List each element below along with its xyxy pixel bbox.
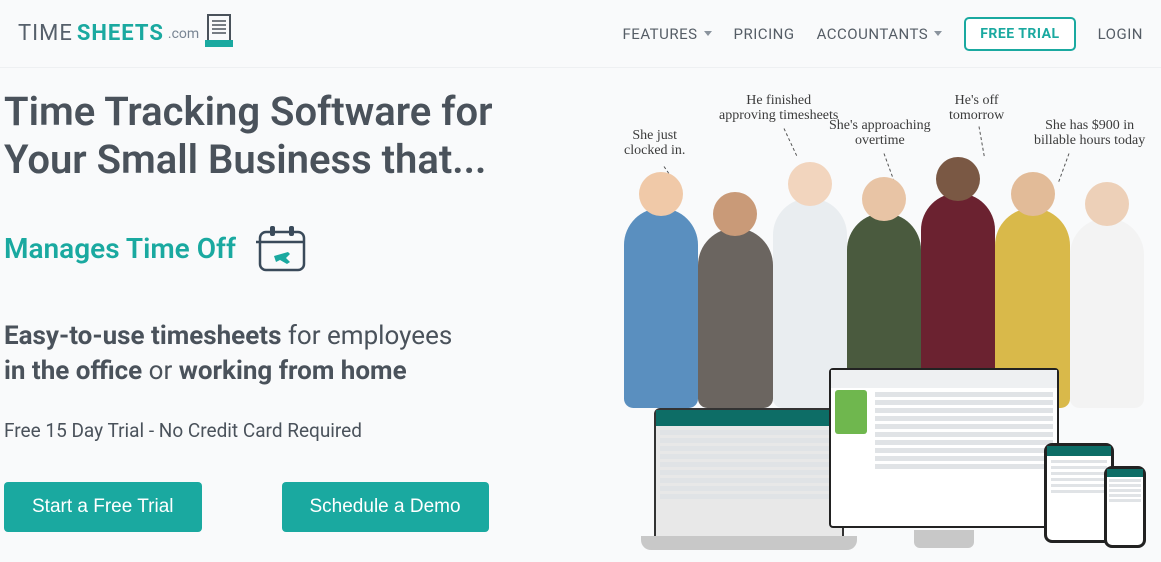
monitor-rows <box>871 388 1057 476</box>
table-row <box>1109 499 1141 502</box>
table-row <box>1109 484 1141 487</box>
phone-rows <box>1107 477 1143 506</box>
free-trial-label: FREE TRIAL <box>980 26 1059 42</box>
table-row <box>875 432 1053 437</box>
table-row <box>660 446 838 451</box>
chevron-down-icon <box>704 31 712 36</box>
monitor-mockup <box>829 368 1059 528</box>
table-row <box>660 486 838 491</box>
rotating-feature: Manages Time Off <box>4 222 604 274</box>
header: TIMESHEETS.com FEATURES PRICING ACCOUNTA… <box>0 0 1161 68</box>
table-row <box>660 438 838 443</box>
app-titlebar <box>1107 469 1143 477</box>
trial-note: Free 15 Day Trial - No Credit Card Requi… <box>4 419 604 442</box>
document-stack-icon <box>205 14 233 54</box>
table-row <box>1109 489 1141 492</box>
table-row <box>1109 479 1141 482</box>
logo-mid: SHEETS <box>77 21 164 46</box>
hero-illustration: She just clocked in. He finished approvi… <box>614 88 1154 558</box>
sub-bold2: in the office <box>4 356 142 386</box>
phone-mockup <box>1104 466 1146 548</box>
table-row <box>875 464 1053 469</box>
nav-features-label: FEATURES <box>623 25 698 43</box>
calendar-airplane-icon <box>256 222 308 274</box>
table-row <box>875 408 1053 413</box>
table-row <box>1051 478 1107 481</box>
nav-accountants-label: ACCOUNTANTS <box>817 25 929 43</box>
top-nav: FEATURES PRICING ACCOUNTANTS FREE TRIAL … <box>623 17 1144 51</box>
table-row <box>875 424 1053 429</box>
start-free-trial-button[interactable]: Start a Free Trial <box>4 482 202 532</box>
schedule-demo-label: Schedule a Demo <box>310 496 461 517</box>
nav-free-trial-button[interactable]: FREE TRIAL <box>964 17 1075 51</box>
table-row <box>660 430 838 435</box>
schedule-demo-button[interactable]: Schedule a Demo <box>282 482 489 532</box>
nav-accountants[interactable]: ACCOUNTANTS <box>817 25 943 43</box>
table-row <box>1109 494 1141 497</box>
subheadline: Easy-to-use timesheets for employees in … <box>4 319 604 389</box>
table-row <box>875 456 1053 461</box>
sub-bold3: working from home <box>179 356 407 386</box>
sub-bold1: Easy-to-use timesheets <box>4 321 281 351</box>
nav-features[interactable]: FEATURES <box>623 25 712 43</box>
start-trial-label: Start a Free Trial <box>32 496 174 517</box>
headline-line1: Time Tracking Software for <box>4 88 493 135</box>
headline-line2: Your Small Business that... <box>4 136 486 183</box>
sidebar-panel <box>835 390 867 434</box>
annotation-overtime: She's approaching overtime <box>829 118 931 149</box>
annotation-off-tomorrow: He's off tomorrow <box>949 93 1004 124</box>
table-row <box>875 400 1053 405</box>
laptop-mockup <box>654 408 844 538</box>
cta-row: Start a Free Trial Schedule a Demo <box>4 482 604 532</box>
laptop-rows <box>656 426 842 506</box>
table-row <box>660 478 838 483</box>
table-row <box>660 470 838 475</box>
nav-login[interactable]: LOGIN <box>1098 25 1143 43</box>
table-row <box>1051 484 1107 487</box>
table-row <box>1051 490 1107 493</box>
annotation-billable: She has $900 in billable hours today <box>1034 118 1145 149</box>
annotation-approving: He finished approving timesheets <box>719 93 838 124</box>
app-titlebar <box>1047 446 1111 456</box>
table-row <box>875 416 1053 421</box>
table-row <box>660 462 838 467</box>
table-row <box>660 494 838 499</box>
arrow-icon <box>979 126 985 156</box>
logo-pre: TIME <box>18 21 73 46</box>
devices-group <box>654 358 1154 558</box>
sub-plain1: for employees <box>281 321 452 351</box>
app-header <box>831 370 1057 388</box>
nav-pricing[interactable]: PRICING <box>734 25 795 43</box>
logo[interactable]: TIMESHEETS.com <box>18 14 233 54</box>
rotating-text: Manages Time Off <box>4 232 236 265</box>
app-titlebar <box>656 410 842 426</box>
table-row <box>660 454 838 459</box>
chevron-down-icon <box>934 31 942 36</box>
table-row <box>875 448 1053 453</box>
table-row <box>1051 460 1107 463</box>
table-row <box>1051 466 1107 469</box>
table-row <box>1051 472 1107 475</box>
hero-section: Time Tracking Software for Your Small Bu… <box>0 68 1161 558</box>
annotation-clocked-in: She just clocked in. <box>624 128 685 159</box>
headline: Time Tracking Software for Your Small Bu… <box>4 88 604 184</box>
sub-plain2: or <box>142 356 179 386</box>
nav-pricing-label: PRICING <box>734 25 795 43</box>
table-row <box>875 392 1053 397</box>
tablet-rows <box>1047 456 1111 500</box>
hero-copy: Time Tracking Software for Your Small Bu… <box>4 88 604 558</box>
arrow-icon <box>784 128 798 156</box>
nav-login-label: LOGIN <box>1098 25 1143 43</box>
table-row <box>875 440 1053 445</box>
logo-post: .com <box>168 26 199 42</box>
